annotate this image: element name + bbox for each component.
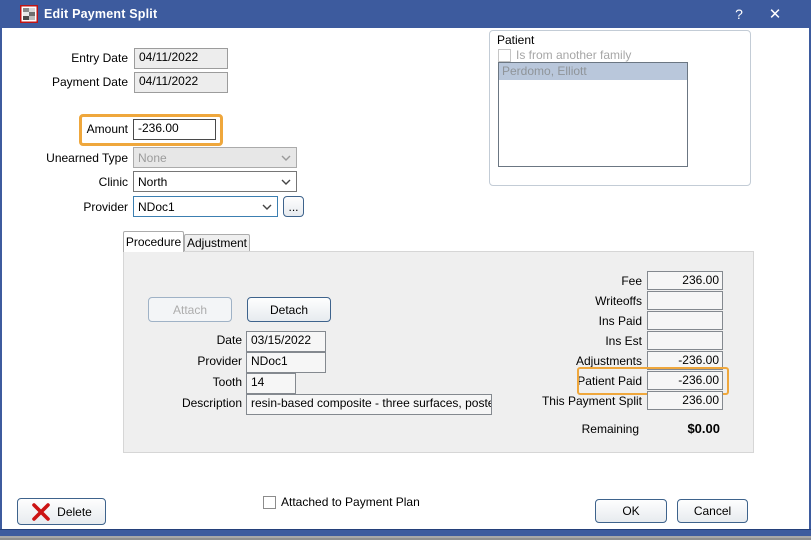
fee-field: 236.00 [647, 271, 723, 290]
ins-paid-label: Ins Paid [497, 314, 647, 328]
ins-paid-field [647, 311, 723, 330]
chevron-down-icon [262, 204, 272, 210]
patient-group-title: Patient [497, 32, 534, 48]
provider-dropdown[interactable]: NDoc1 [133, 196, 278, 217]
help-button[interactable]: ? [722, 0, 756, 28]
provider-browse-button[interactable]: ... [283, 196, 304, 217]
unearned-type-label: Unearned Type [0, 148, 128, 168]
proc-description-field: resin-based composite - three surfaces, … [246, 394, 492, 415]
patient-paid-row: Patient Paid -236.00 [497, 371, 723, 390]
is-from-another-family-label: Is from another family [516, 47, 631, 63]
window-border-left [0, 28, 2, 537]
ok-button[interactable]: OK [595, 499, 667, 523]
attached-to-payment-plan-label: Attached to Payment Plan [281, 494, 420, 510]
unearned-type-value: None [138, 151, 167, 165]
unearned-type-dropdown: None [133, 147, 297, 168]
tab-procedure[interactable]: Procedure [123, 231, 184, 252]
patient-list-item[interactable]: Perdomo, Elliott [499, 63, 687, 80]
delete-x-icon [31, 502, 51, 522]
cancel-button[interactable]: Cancel [677, 499, 748, 523]
entry-date-field: 04/11/2022 [134, 48, 228, 69]
entry-date-label: Entry Date [0, 48, 128, 68]
patient-paid-field: -236.00 [647, 371, 723, 390]
patient-groupbox: Patient Is from another family Perdomo, … [489, 30, 751, 186]
this-payment-split-field: 236.00 [647, 391, 723, 410]
ins-est-field [647, 331, 723, 350]
detach-button[interactable]: Detach [247, 297, 331, 322]
ins-est-label: Ins Est [497, 334, 647, 348]
app-icon [20, 5, 38, 23]
writeoffs-label: Writeoffs [497, 294, 647, 308]
provider-value: NDoc1 [138, 200, 175, 214]
close-button[interactable]: ✕ [758, 0, 792, 28]
clinic-dropdown[interactable]: North [133, 171, 297, 192]
writeoffs-field [647, 291, 723, 310]
window-title: Edit Payment Split [44, 7, 157, 21]
title-bar: Edit Payment Split ? ✕ [0, 0, 811, 28]
payment-date-field: 04/11/2022 [134, 72, 228, 93]
proc-tooth-label: Tooth [122, 373, 242, 392]
remaining-label: Remaining [497, 422, 644, 436]
ins-paid-row: Ins Paid [497, 311, 723, 330]
proc-date-field: 03/15/2022 [246, 331, 326, 352]
writeoffs-row: Writeoffs [497, 291, 723, 310]
tab-adjustment[interactable]: Adjustment [184, 234, 250, 252]
ins-est-row: Ins Est [497, 331, 723, 350]
provider-label: Provider [0, 197, 128, 217]
proc-provider-field: NDoc1 [246, 352, 326, 373]
adjustments-row: Adjustments -236.00 [497, 351, 723, 370]
proc-description-label: Description [122, 394, 242, 413]
fee-row: Fee 236.00 [497, 271, 723, 290]
edit-payment-split-dialog: Edit Payment Split ? ✕ Entry Date 04/11/… [0, 0, 811, 540]
adjustments-field: -236.00 [647, 351, 723, 370]
remaining-value: $0.00 [644, 421, 723, 436]
payment-date-label: Payment Date [0, 72, 128, 92]
amount-label: Amount [0, 119, 128, 139]
remaining-row: Remaining $0.00 [497, 419, 723, 438]
is-from-another-family-checkbox [498, 49, 511, 62]
delete-button-label: Delete [57, 505, 92, 519]
clinic-value: North [138, 175, 167, 189]
attached-to-payment-plan-checkbox[interactable] [263, 496, 276, 509]
amount-input[interactable]: -236.00 [133, 119, 216, 140]
patient-listbox[interactable]: Perdomo, Elliott [498, 62, 688, 167]
delete-button[interactable]: Delete [17, 498, 106, 525]
patient-paid-label: Patient Paid [497, 374, 647, 388]
this-payment-split-label: This Payment Split [497, 394, 647, 408]
clinic-label: Clinic [0, 172, 128, 192]
adjustments-label: Adjustments [497, 354, 647, 368]
proc-tooth-field: 14 [246, 373, 296, 394]
proc-date-label: Date [122, 331, 242, 350]
chevron-down-icon [281, 155, 291, 161]
attach-button: Attach [148, 297, 232, 322]
fee-label: Fee [497, 274, 647, 288]
proc-provider-label: Provider [122, 352, 242, 371]
this-payment-split-row: This Payment Split 236.00 [497, 391, 723, 410]
chevron-down-icon [281, 179, 291, 185]
